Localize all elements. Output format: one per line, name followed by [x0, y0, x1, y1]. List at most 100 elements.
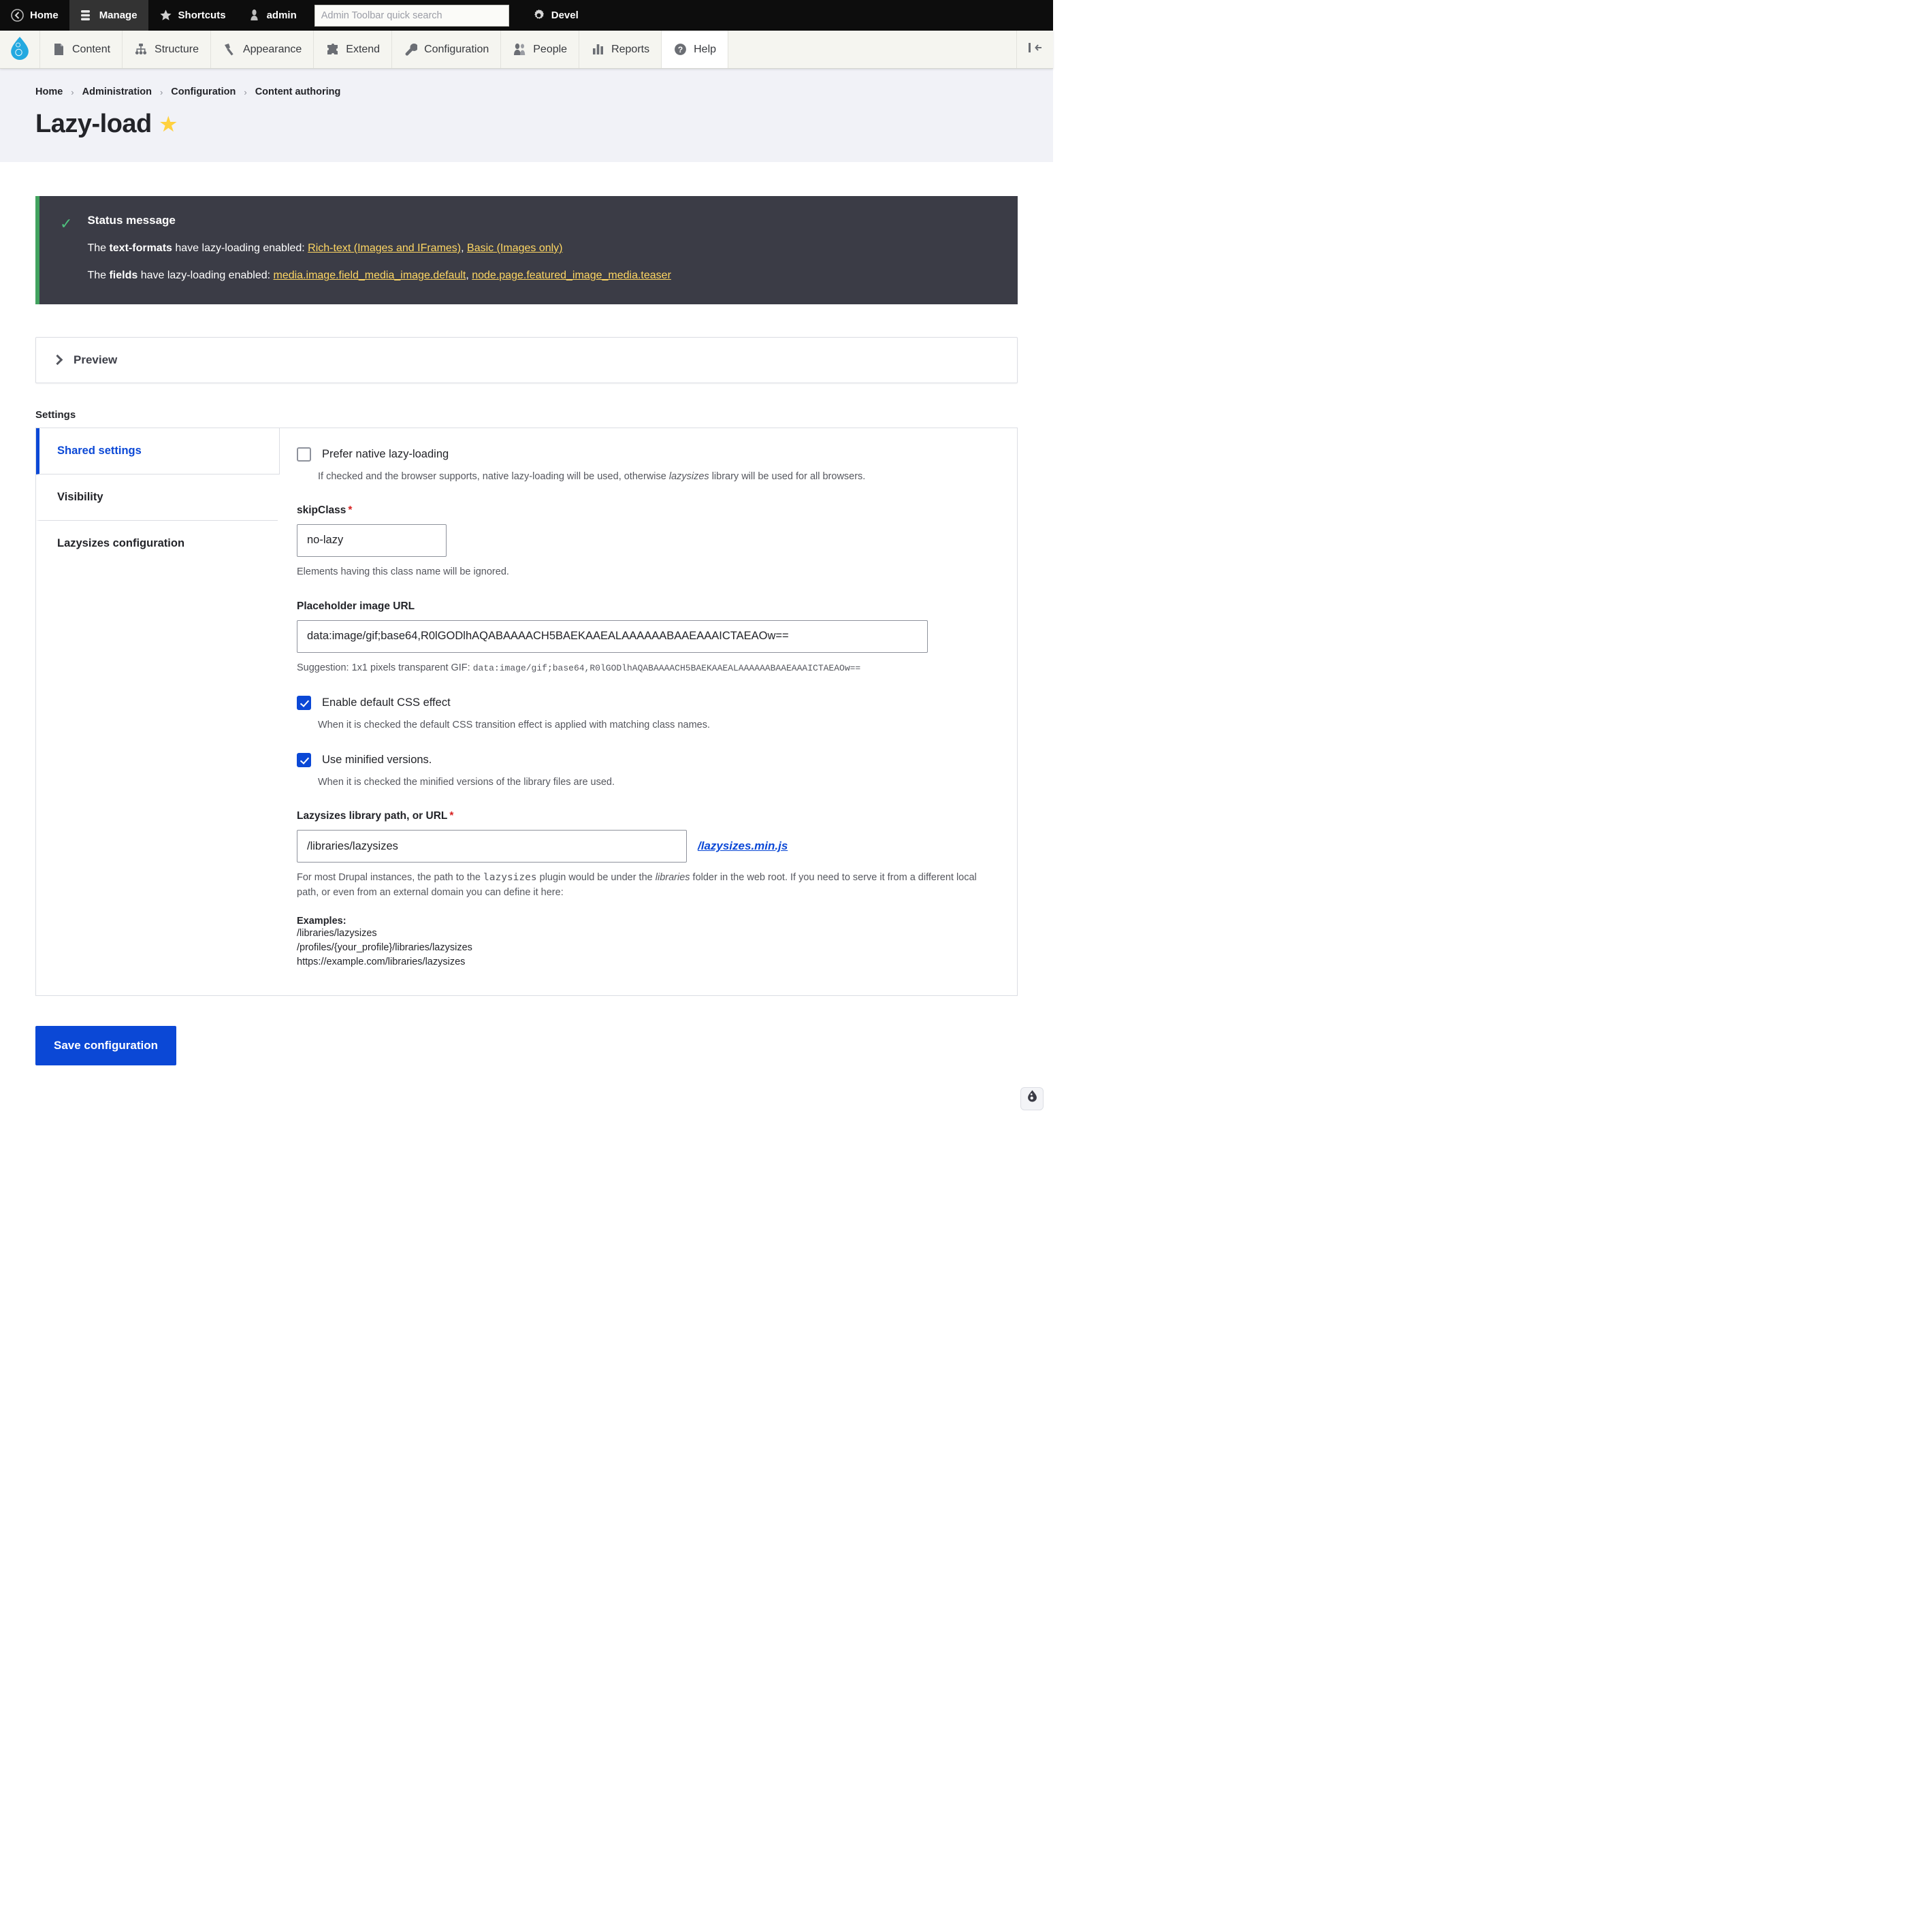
css-effect-label[interactable]: Enable default CSS effect	[322, 696, 451, 709]
line2-prefix: The	[87, 270, 110, 282]
admin-toolbar: Home Manage Shortcuts admin Admin Toolba…	[0, 0, 1053, 31]
menu-item-structure-label: Structure	[155, 43, 199, 55]
menu-item-help[interactable]: ? Help	[661, 31, 728, 68]
minified-checkbox-row[interactable]: Use minified versions.	[297, 753, 994, 768]
menu-item-extend-label: Extend	[346, 43, 381, 55]
favorite-star-icon[interactable]: ★	[160, 114, 177, 134]
page-wrapper: Home Manage Shortcuts admin Admin Toolba…	[0, 0, 1053, 1120]
menu-item-people[interactable]: People	[500, 31, 579, 68]
preview-summary-toggle[interactable]: Preview	[36, 338, 1017, 383]
main-content: ✓ Status message The text-formats have l…	[0, 196, 1053, 996]
vertical-tabs-menu: Shared settings Visibility Lazysizes con…	[36, 428, 280, 995]
placeholder-url-label: Placeholder image URL	[297, 600, 415, 612]
prefer-native-checkbox[interactable]	[297, 447, 311, 462]
bar-chart-icon	[591, 43, 604, 57]
breadcrumb-separator: ›	[71, 86, 74, 97]
menu-item-reports[interactable]: Reports	[579, 31, 661, 68]
library-path-input[interactable]	[297, 830, 687, 863]
library-desc-code: lazysizes	[483, 872, 537, 884]
toolbar-item-shortcuts-label: Shortcuts	[178, 10, 226, 21]
line1-prefix: The	[87, 242, 110, 254]
star-icon	[159, 9, 172, 22]
save-configuration-button[interactable]: Save configuration	[35, 1025, 177, 1065]
skip-class-input[interactable]	[297, 524, 447, 557]
library-path-description: For most Drupal instances, the path to t…	[297, 871, 994, 901]
css-effect-checkbox[interactable]	[297, 696, 311, 711]
skip-class-label: skipClass *	[297, 504, 994, 517]
tab-lazysizes-configuration[interactable]: Lazysizes configuration	[36, 520, 278, 566]
menu-item-people-label: People	[533, 43, 568, 55]
example-line-1: /libraries/lazysizes	[297, 927, 377, 939]
line1-comma: ,	[461, 242, 468, 254]
css-effect-checkbox-row[interactable]: Enable default CSS effect	[297, 696, 994, 711]
menu-item-extend[interactable]: Extend	[313, 31, 391, 68]
line2-bold: fields	[109, 270, 138, 282]
library-desc-em: libraries	[655, 872, 690, 884]
puzzle-icon	[325, 43, 339, 57]
admin-toolbar-search-input[interactable]	[314, 4, 509, 27]
home-back-icon	[11, 9, 24, 22]
placeholder-url-input[interactable]	[297, 619, 928, 653]
preview-details: Preview	[35, 336, 1018, 383]
field-lazysizes-library-path: Lazysizes library path, or URL* /lazysiz…	[297, 810, 994, 969]
minified-label[interactable]: Use minified versions.	[322, 754, 432, 767]
library-path-label: Lazysizes library path, or URL *	[297, 810, 994, 822]
menu-item-help-label: Help	[694, 43, 717, 55]
toolbar-item-account[interactable]: admin	[237, 0, 308, 31]
field-skip-class: skipClass* Elements having this class na…	[297, 504, 994, 580]
lazysizes-min-js-link[interactable]: /lazysizes.min.js	[698, 839, 788, 853]
example-line-2: /profiles/{your_profile}/libraries/lazys…	[297, 941, 472, 953]
toolbar-orientation-icon	[1028, 42, 1043, 57]
user-icon	[248, 9, 261, 22]
menu-item-content-label: Content	[72, 43, 111, 55]
page-header: Home › Administration › Configuration › …	[0, 69, 1053, 162]
breadcrumb-item-administration[interactable]: Administration	[82, 86, 152, 97]
tab-visibility[interactable]: Visibility	[36, 474, 278, 521]
prefer-native-desc-em: lazysizes	[668, 470, 709, 482]
toolbar-item-home-label: Home	[30, 10, 59, 21]
line1-bold: text-formats	[109, 242, 172, 254]
drupal-corner-badge[interactable]	[1020, 1086, 1044, 1110]
toolbar-item-manage[interactable]: Manage	[69, 0, 148, 31]
people-icon	[513, 43, 526, 57]
hamburger-icon	[80, 9, 93, 22]
line2-middle: have lazy-loading enabled:	[138, 270, 274, 282]
prefer-native-checkbox-row[interactable]: Prefer native lazy-loading	[297, 447, 994, 462]
line2-comma: ,	[466, 270, 472, 282]
toolbar-item-devel[interactable]: Devel	[521, 0, 589, 31]
sitemap-icon	[134, 43, 148, 57]
drupal-logo-icon[interactable]	[0, 31, 39, 68]
examples-title: Examples:	[297, 915, 346, 927]
status-link-basic[interactable]: Basic (Images only)	[467, 242, 563, 254]
settings-heading: Settings	[35, 408, 76, 421]
example-line-3: https://example.com/libraries/lazysizes	[297, 956, 466, 967]
menu-item-content[interactable]: Content	[39, 31, 122, 68]
prefer-native-label[interactable]: Prefer native lazy-loading	[322, 448, 449, 461]
status-message: ✓ Status message The text-formats have l…	[35, 196, 1018, 304]
toolbar-item-shortcuts[interactable]: Shortcuts	[148, 0, 237, 31]
breadcrumb-item-home[interactable]: Home	[35, 86, 63, 97]
status-link-rich-text[interactable]: Rich-text (Images and IFrames)	[308, 242, 461, 254]
toolbar-orientation-toggle[interactable]	[1016, 31, 1053, 68]
minified-checkbox[interactable]	[297, 753, 311, 768]
gear-icon	[532, 9, 545, 22]
breadcrumb-item-content-authoring[interactable]: Content authoring	[255, 86, 341, 97]
breadcrumb-separator: ›	[159, 86, 163, 97]
minified-description: When it is checked the minified versions…	[318, 777, 615, 788]
prefer-native-desc-pre: If checked and the browser supports, nat…	[318, 470, 669, 482]
library-desc-a: For most Drupal instances, the path to t…	[297, 872, 484, 884]
status-link-media-image-field[interactable]: media.image.field_media_image.default	[274, 270, 466, 281]
status-link-node-page-featured[interactable]: node.page.featured_image_media.teaser	[472, 270, 671, 281]
menu-item-appearance-label: Appearance	[242, 43, 302, 55]
menu-item-structure[interactable]: Structure	[122, 31, 210, 68]
skip-class-description: Elements having this class name will be …	[297, 566, 509, 577]
form-actions: Save configuration	[0, 995, 1053, 1120]
breadcrumb-item-configuration[interactable]: Configuration	[171, 86, 236, 97]
toolbar-item-home[interactable]: Home	[0, 0, 69, 31]
menu-item-configuration[interactable]: Configuration	[391, 31, 500, 68]
menu-item-appearance[interactable]: Appearance	[210, 31, 313, 68]
toolbar-item-account-label: admin	[266, 10, 297, 21]
menu-item-configuration-label: Configuration	[424, 43, 489, 55]
svg-text:?: ?	[677, 45, 682, 54]
tab-shared-settings[interactable]: Shared settings	[36, 428, 280, 474]
